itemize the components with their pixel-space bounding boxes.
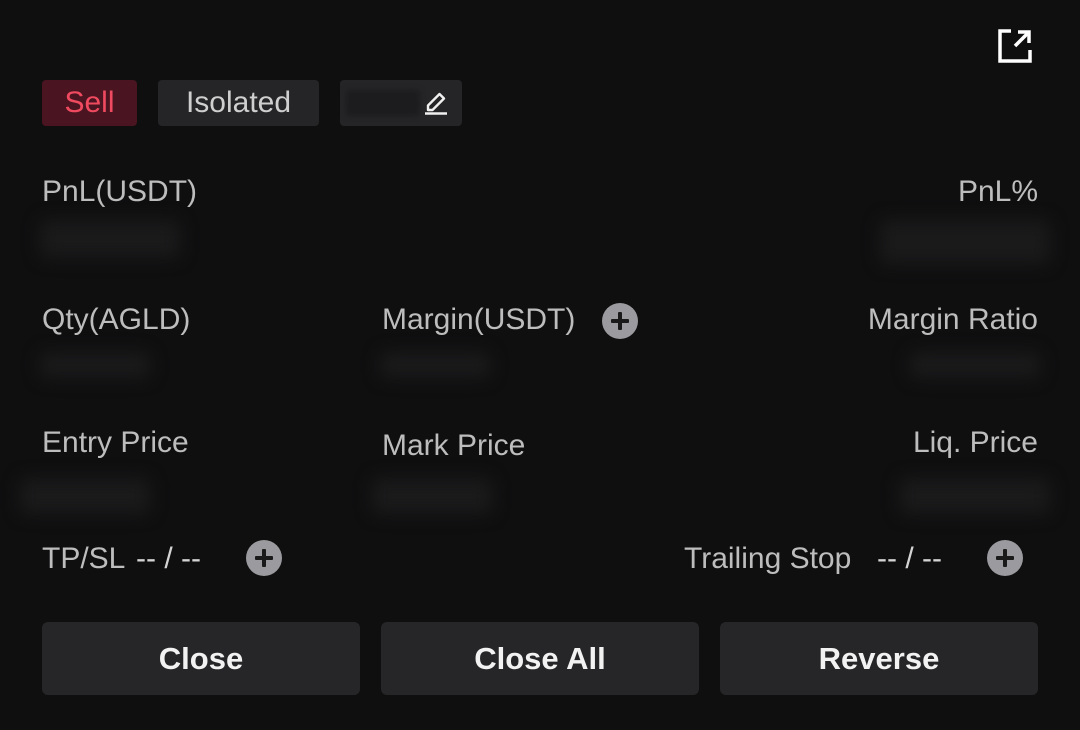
tpsl-value: -- / -- <box>136 542 201 575</box>
pencil-icon <box>425 92 447 115</box>
close-button[interactable]: Close <box>42 622 360 695</box>
pnl-percent-value-redacted <box>880 220 1050 264</box>
external-link-icon[interactable] <box>996 27 1034 65</box>
tpsl-label: TP/SL <box>42 542 126 575</box>
close-all-button[interactable]: Close All <box>381 622 699 695</box>
mark-price-label: Mark Price <box>382 429 526 462</box>
mark-price-value-redacted <box>372 478 492 514</box>
qty-label: Qty(AGLD) <box>42 303 191 336</box>
trailing-stop-value: -- / -- <box>877 542 942 575</box>
pnl-label: PnL(USDT) <box>42 175 198 208</box>
margin-value-redacted <box>380 352 490 378</box>
reverse-button[interactable]: Reverse <box>720 622 1038 695</box>
side-badge: Sell <box>42 80 137 126</box>
margin-ratio-label: Margin Ratio <box>867 303 1038 336</box>
add-trailing-stop-button[interactable] <box>987 540 1023 576</box>
position-card: Sell Isolated PnL(USDT) PnL% Qty(AGLD) M… <box>0 0 1080 730</box>
leverage-value-redacted <box>346 90 420 116</box>
margin-label: Margin(USDT) <box>382 303 576 336</box>
add-tpsl-button[interactable] <box>246 540 282 576</box>
trailing-stop-label: Trailing Stop <box>684 542 852 575</box>
entry-price-value-redacted <box>20 478 150 514</box>
pnl-percent-label: PnL% <box>957 175 1038 208</box>
position-badges: Sell Isolated <box>42 80 462 126</box>
pnl-value-redacted <box>40 220 180 258</box>
add-margin-button[interactable] <box>602 303 638 339</box>
liq-price-label: Liq. Price <box>912 426 1038 459</box>
qty-value-redacted <box>40 352 150 378</box>
margin-ratio-value-redacted <box>910 352 1040 378</box>
entry-price-label: Entry Price <box>42 426 189 459</box>
liq-price-value-redacted <box>900 478 1050 514</box>
margin-mode-badge: Isolated <box>158 80 319 126</box>
leverage-edit-button[interactable] <box>340 80 462 126</box>
